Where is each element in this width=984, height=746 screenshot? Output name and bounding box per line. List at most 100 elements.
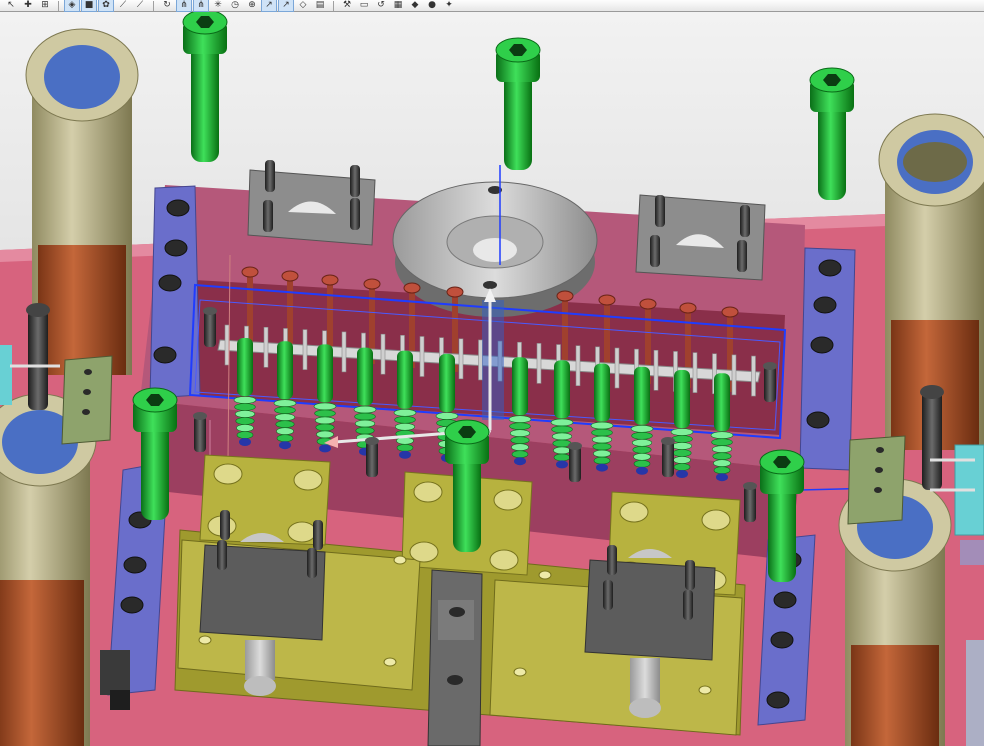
core-pin-thread xyxy=(313,402,337,411)
rotate-icon[interactable]: ↻ xyxy=(160,0,174,11)
guide-pin xyxy=(350,165,360,197)
mold-assembly-model xyxy=(0,12,984,746)
core-pin-thread xyxy=(673,456,691,464)
core-pin-thread xyxy=(393,408,417,417)
socket-screw-head xyxy=(365,437,379,445)
runner-comb-tooth xyxy=(419,336,425,377)
view-wireframe-icon[interactable]: ◈ xyxy=(64,0,80,12)
view-shaded-icon[interactable]: ■ xyxy=(81,0,97,12)
dark-bolt-right xyxy=(922,390,942,490)
rail-bolt-hole xyxy=(810,336,834,354)
sprue-channel xyxy=(482,300,504,420)
guide-pin xyxy=(265,160,275,192)
slide-counterbore xyxy=(409,541,439,563)
core-pin-thread xyxy=(355,426,375,435)
core-pin-thread xyxy=(712,452,732,461)
sprue-screw-bottom xyxy=(483,281,497,289)
center-bar-slot xyxy=(438,600,474,640)
rail-bolt-hole xyxy=(806,411,830,429)
measure-tool-icon[interactable]: ⚒ xyxy=(340,0,354,11)
core-pin-thread xyxy=(354,419,376,428)
triad-icon[interactable]: ✳ xyxy=(211,0,225,11)
refresh-icon[interactable]: ↺ xyxy=(374,0,388,11)
pointer-icon[interactable]: ↗ xyxy=(261,0,277,12)
bolt-top-right-shank xyxy=(818,100,846,200)
core-pin-thread xyxy=(670,428,694,436)
render-icon[interactable]: ◆ xyxy=(408,0,422,11)
rail-bolt-hole xyxy=(773,591,797,609)
ejector-pin-head xyxy=(639,298,657,310)
center-bar xyxy=(427,569,483,746)
sphere-icon[interactable]: ● xyxy=(425,0,439,11)
core-pin-thread xyxy=(274,413,296,422)
core-pin-thread xyxy=(353,405,377,414)
bolt-center-shank xyxy=(453,452,481,552)
pointer-alt-icon[interactable]: ↗ xyxy=(278,0,294,12)
core-pin-thread xyxy=(551,432,573,441)
select-icon[interactable]: ↖ xyxy=(4,0,18,11)
slide-dowel xyxy=(198,635,212,645)
ejector-pin-head xyxy=(721,306,739,318)
rail-bolt-hole xyxy=(158,274,182,292)
light-blue-part-right xyxy=(966,640,984,746)
slide-counterbore xyxy=(619,501,649,523)
runner-comb-tooth xyxy=(751,355,756,397)
core-pin-body xyxy=(634,366,650,425)
snap-icon[interactable]: ✚ xyxy=(21,0,35,11)
ejector-pin-head xyxy=(241,266,259,278)
bolt-top-left-shank xyxy=(191,42,219,162)
slide-counterbore xyxy=(701,509,731,531)
rail-bolt-hole xyxy=(166,199,190,217)
runner-comb-tooth xyxy=(263,326,269,368)
core-pin-thread xyxy=(273,399,297,408)
ejector-pin-head xyxy=(403,282,421,294)
guide-pin xyxy=(740,205,750,237)
core-pin-body xyxy=(277,341,293,400)
sketch-line-icon[interactable]: ⟋ xyxy=(116,0,130,11)
socket-screw-head xyxy=(193,412,207,420)
document-icon[interactable]: ▦ xyxy=(391,0,405,11)
core-pin-thread xyxy=(276,427,294,436)
socket-screw xyxy=(662,441,674,477)
core-pin-thread xyxy=(671,442,693,450)
core-pin-tip xyxy=(556,460,568,469)
ejector-pin-head xyxy=(321,274,339,286)
rail-right xyxy=(799,247,856,471)
socket-screw-head xyxy=(743,482,757,490)
3d-viewport[interactable] xyxy=(0,12,984,746)
runner-comb-tooth xyxy=(731,354,737,396)
clock-icon[interactable]: ◷ xyxy=(228,0,242,11)
core-pin-thread xyxy=(591,435,613,444)
slide-counterbore xyxy=(213,463,243,485)
axis-y-icon[interactable]: ⋔ xyxy=(193,0,209,12)
color-palette-icon[interactable]: ✿ xyxy=(98,0,114,12)
measure-icon[interactable]: ⟋ xyxy=(133,0,147,11)
olive-block-hole xyxy=(874,487,882,493)
dark-bolt-left xyxy=(28,310,48,410)
cam-pin xyxy=(683,590,693,620)
core-pin-body xyxy=(357,347,373,406)
bolt-top-center-shank xyxy=(504,70,532,170)
core-pin-body xyxy=(512,357,528,416)
dark-block-bottom-left-foot xyxy=(110,690,130,710)
rail-bolt-hole xyxy=(123,556,147,574)
cam-pin xyxy=(603,580,613,610)
target-icon[interactable]: ⊕ xyxy=(245,0,259,11)
palette-icon[interactable]: ✦ xyxy=(442,0,456,11)
core-pin-thread xyxy=(509,429,531,438)
core-pin-thread xyxy=(314,416,336,425)
runner-comb-tooth xyxy=(458,338,464,380)
guide-pin xyxy=(263,200,273,232)
core-pin-thread xyxy=(314,409,336,418)
grid-icon[interactable]: ⊞ xyxy=(38,0,52,11)
layers-icon[interactable]: ◇ xyxy=(296,0,310,11)
socket-screw xyxy=(194,416,206,452)
ejector-pin-head xyxy=(363,278,381,290)
folder-icon[interactable]: ▭ xyxy=(357,0,371,11)
core-pin-thread xyxy=(713,466,731,475)
core-pin-thread xyxy=(633,459,651,468)
axis-x-icon[interactable]: ⋔ xyxy=(176,0,192,12)
guide-pin xyxy=(650,235,660,267)
book-icon[interactable]: ▤ xyxy=(313,0,327,11)
core-pin-tip xyxy=(596,463,608,472)
